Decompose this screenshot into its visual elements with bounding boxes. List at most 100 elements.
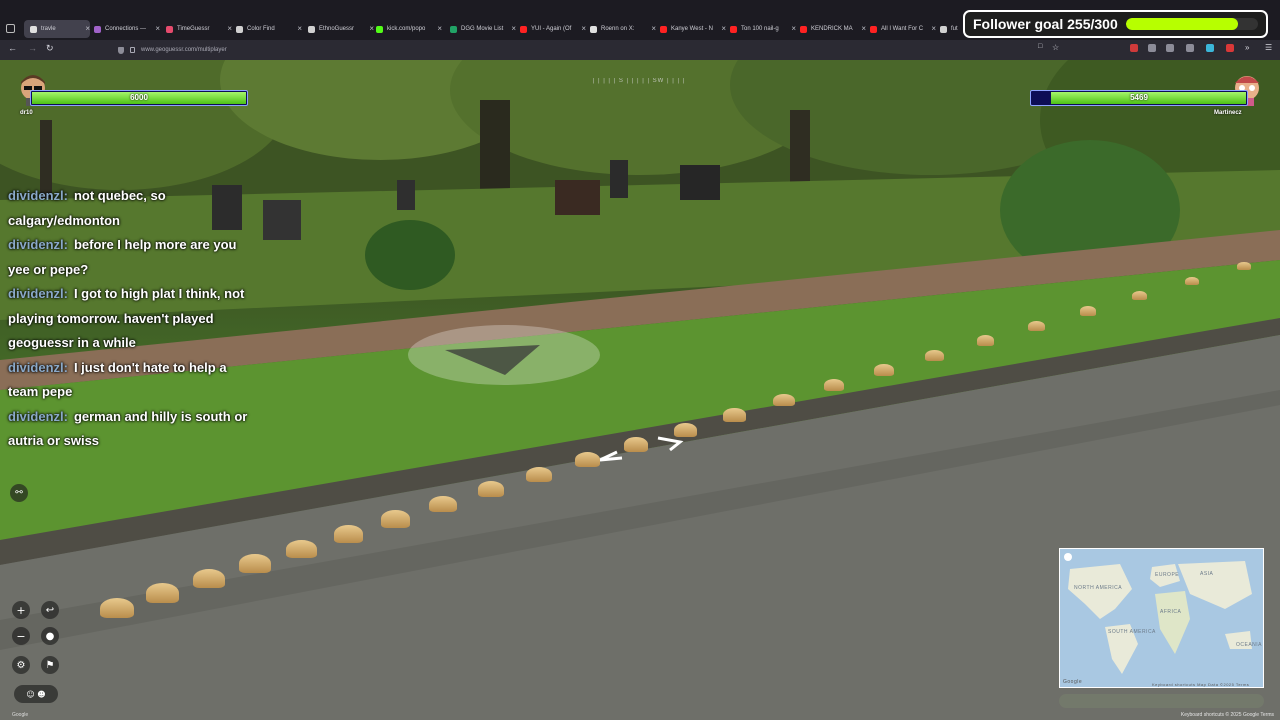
- road-reflector: [1132, 291, 1148, 301]
- tab-favicon-icon: [236, 25, 243, 33]
- url-bar[interactable]: www.geoguessr.com/multiplayer: [118, 43, 1038, 57]
- map-footer[interactable]: Keyboard shortcuts Map Data ©2025 Terms: [1152, 682, 1249, 687]
- road-reflector: [477, 481, 505, 498]
- tab-label: DGG Movie List: [461, 26, 504, 32]
- chat-message: dividenzl: before I help more are you yee…: [8, 233, 248, 282]
- tab-favicon-icon: [450, 25, 457, 33]
- road-reflector: [673, 422, 697, 437]
- browser-tab[interactable]: KENDRICK MA ×: [800, 20, 866, 38]
- player-left-health-value: 6000: [130, 93, 148, 102]
- chat-username: dividenzl:: [8, 286, 68, 301]
- road-reflector: [624, 437, 649, 452]
- browser-tab[interactable]: Ton 100 nail-g ×: [730, 20, 796, 38]
- browser-tab[interactable]: fut: [940, 20, 960, 38]
- zoom-in-button[interactable]: +: [12, 601, 30, 619]
- browser-tab[interactable]: Connections — ×: [94, 20, 160, 38]
- tab-close-icon[interactable]: ×: [721, 24, 726, 33]
- guess-button[interactable]: [1059, 694, 1264, 708]
- tab-close-icon[interactable]: ×: [155, 24, 160, 33]
- emote-button[interactable]: ☺ ☻: [14, 685, 58, 703]
- lock-icon[interactable]: [130, 47, 135, 53]
- tab-close-icon[interactable]: ×: [651, 24, 656, 33]
- tab-favicon-icon: [870, 25, 877, 33]
- road-reflector: [1028, 320, 1046, 331]
- browser-tab[interactable]: EthnoGuessr ×: [308, 20, 374, 38]
- follower-goal-label: Follower goal 255/300: [973, 16, 1118, 32]
- more-tools-icon[interactable]: »: [1245, 43, 1249, 52]
- road-reflector: [100, 598, 134, 619]
- road-reflector: [773, 393, 795, 407]
- tab-close-icon[interactable]: ×: [511, 24, 516, 33]
- road-reflector: [976, 335, 995, 346]
- chat-message: dividenzl: not quebec, so calgary/edmonto…: [8, 184, 248, 233]
- extension-icon[interactable]: [1206, 44, 1214, 52]
- road-reflector: [333, 525, 364, 543]
- tab-close-icon[interactable]: ×: [85, 24, 90, 33]
- tab-close-icon[interactable]: ×: [861, 24, 866, 33]
- browser-tab[interactable]: Kanye West - N ×: [660, 20, 726, 38]
- tab-label: KENDRICK MA: [811, 26, 853, 32]
- undo-move-icon[interactable]: ↩: [41, 601, 59, 619]
- tab-close-icon[interactable]: ×: [791, 24, 796, 33]
- tab-favicon-icon: [800, 25, 807, 33]
- follower-goal-progress-fill: [1125, 18, 1239, 30]
- tab-label: YUI - Again (Of: [531, 26, 572, 32]
- reader-icon[interactable]: □: [1038, 43, 1042, 50]
- browser-tab[interactable]: DGG Movie List ×: [450, 20, 516, 38]
- road-reflector: [381, 510, 410, 528]
- menu-icon[interactable]: ☰: [1265, 43, 1272, 52]
- bottom-footer[interactable]: Keyboard shortcuts © 2025 Google Terms: [1181, 712, 1274, 718]
- browser-tab[interactable]: travle ×: [24, 20, 90, 38]
- star-icon[interactable]: ☆: [1052, 43, 1059, 52]
- road-reflector: [1184, 276, 1199, 286]
- player-left-name: dr10: [20, 110, 33, 116]
- tab-close-icon[interactable]: ×: [227, 24, 232, 33]
- player-left-health-bar: 6000: [30, 90, 248, 106]
- tab-close-icon[interactable]: ×: [581, 24, 586, 33]
- browser-tab[interactable]: All I Want For C ×: [870, 20, 936, 38]
- road-reflector: [192, 568, 225, 589]
- road-reflector: [723, 408, 746, 422]
- back-icon[interactable]: ←: [8, 43, 17, 53]
- tab-list-icon[interactable]: [6, 24, 15, 33]
- tab-favicon-icon: [30, 25, 37, 33]
- reload-icon[interactable]: ↻: [46, 43, 54, 54]
- extension-icon[interactable]: [1186, 44, 1194, 52]
- shield-icon[interactable]: [118, 46, 124, 54]
- tab-favicon-icon: [520, 25, 527, 33]
- road-reflector: [1080, 306, 1096, 316]
- browser-tab[interactable]: YUI - Again (Of ×: [520, 20, 586, 38]
- flag-icon[interactable]: ⚑: [41, 656, 59, 674]
- zoom-out-button[interactable]: −: [12, 627, 30, 645]
- return-to-start-icon[interactable]: ●: [41, 627, 59, 645]
- settings-gear-icon[interactable]: ⚙: [12, 656, 30, 674]
- tab-close-icon[interactable]: ×: [437, 24, 442, 33]
- world-map-image: [1060, 549, 1263, 687]
- google-logo: Google: [12, 712, 29, 718]
- url-text[interactable]: www.geoguessr.com/multiplayer: [141, 47, 227, 53]
- browser-tab[interactable]: TimeGuessr ×: [166, 20, 232, 38]
- browser-tab[interactable]: Roenn on X: ×: [590, 20, 656, 38]
- guess-map[interactable]: NORTH AMERICA EUROPE ASIA AFRICA SOUTH A…: [1059, 548, 1264, 688]
- forward-icon[interactable]: →: [28, 43, 37, 53]
- browser-tab[interactable]: kick.com/popo ×: [376, 20, 442, 38]
- browser-tab[interactable]: Color Find ×: [236, 20, 302, 38]
- tab-favicon-icon: [376, 25, 383, 33]
- follower-goal-widget: Follower goal 255/300: [963, 10, 1268, 38]
- road-reflector: [286, 539, 317, 558]
- tab-label: TimeGuessr: [177, 26, 210, 32]
- map-label: OCEANIA: [1236, 642, 1263, 648]
- report-icon[interactable]: ⚯: [10, 484, 28, 502]
- tab-favicon-icon: [730, 25, 737, 33]
- extension-icon[interactable]: [1130, 44, 1138, 52]
- extension-icon[interactable]: [1166, 44, 1174, 52]
- extension-icon[interactable]: [1148, 44, 1156, 52]
- tab-close-icon[interactable]: ×: [369, 24, 374, 33]
- tab-close-icon[interactable]: ×: [931, 24, 936, 33]
- extension-icon[interactable]: [1226, 44, 1234, 52]
- tab-close-icon[interactable]: ×: [297, 24, 302, 33]
- road-reflector: [874, 364, 894, 377]
- player-right-health-value: 5469: [1130, 93, 1148, 102]
- tab-favicon-icon: [94, 25, 101, 33]
- map-label: AFRICA: [1160, 609, 1182, 615]
